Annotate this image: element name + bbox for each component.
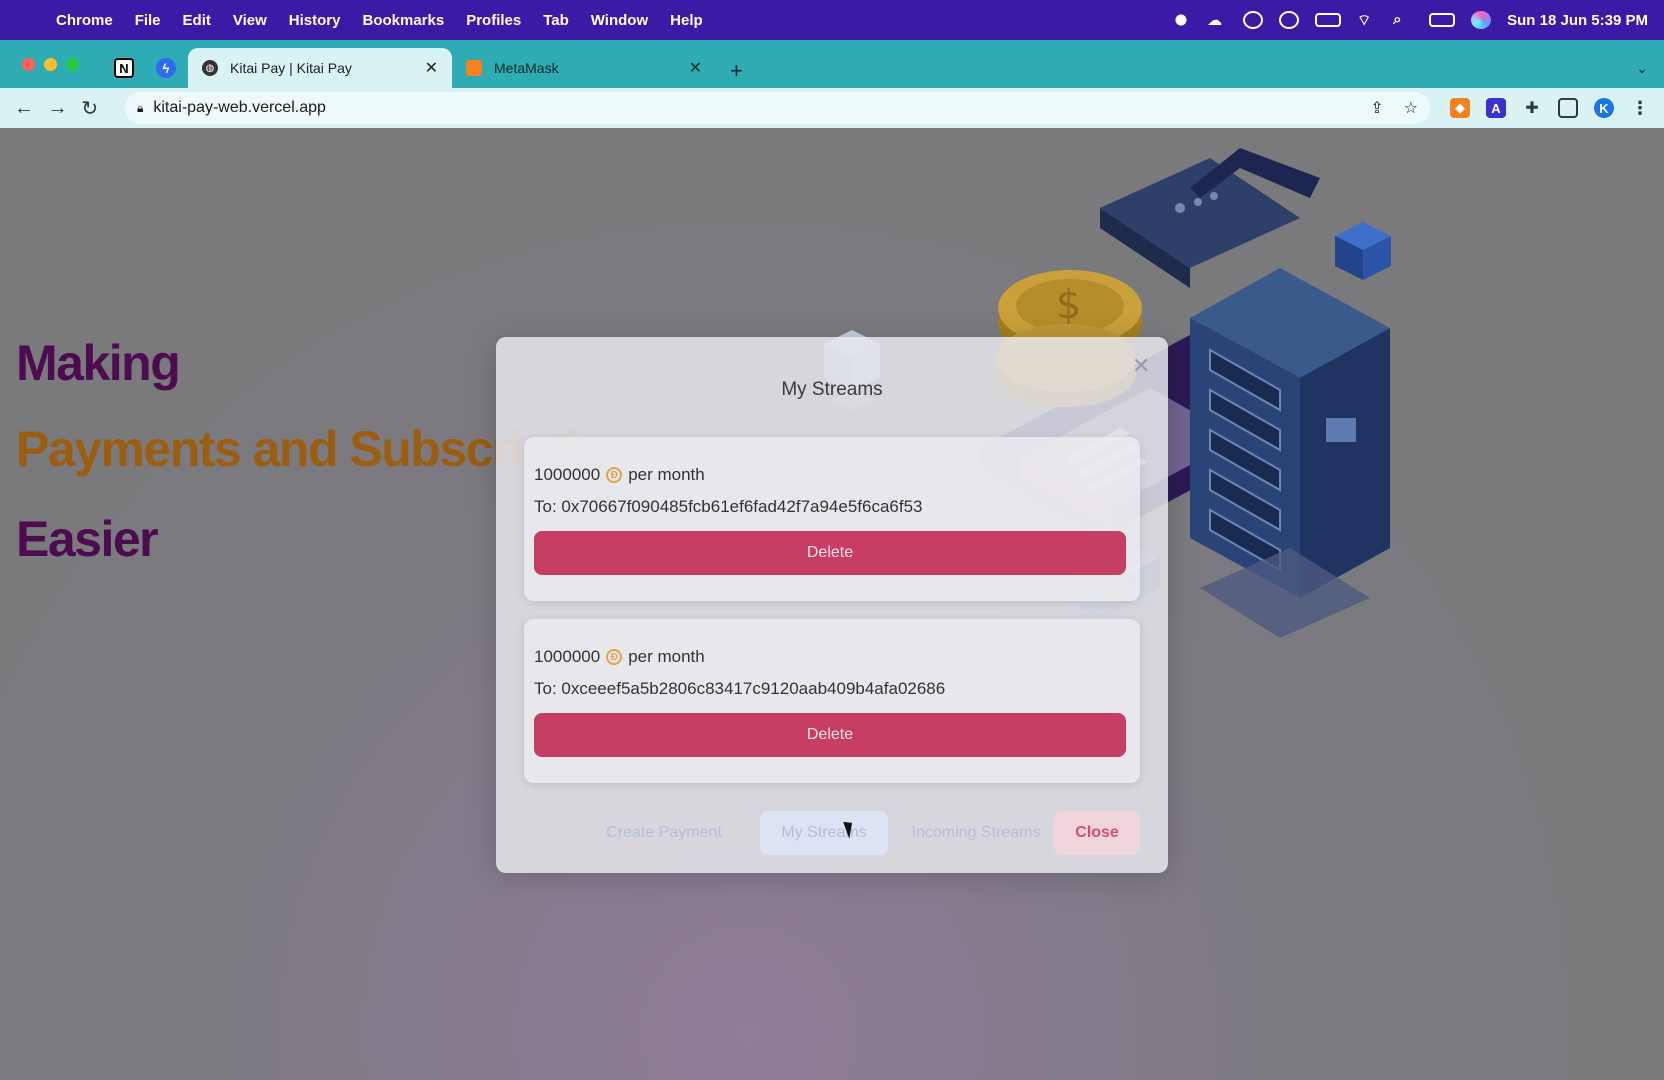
menu-view[interactable]: View bbox=[233, 12, 267, 29]
my-streams-modal: ✕ My Streams 1000000 Ð per month To: 0x7… bbox=[496, 337, 1168, 873]
tab-kitai-pay[interactable]: ◍ Kitai Pay | Kitai Pay ✕ bbox=[188, 48, 452, 88]
token-coin-icon: Ð bbox=[606, 467, 623, 483]
tab-title: MetaMask bbox=[494, 60, 559, 76]
side-panel-icon[interactable] bbox=[1557, 98, 1578, 118]
svg-text:$: $ bbox=[1056, 282, 1081, 328]
token-coin-icon: Ð bbox=[606, 649, 623, 665]
pinned-tab-notion-icon[interactable]: N bbox=[114, 58, 134, 78]
password-manager-extension-icon[interactable]: A bbox=[1485, 98, 1506, 118]
share-icon[interactable]: ⇪ bbox=[1370, 98, 1383, 118]
close-modal-button[interactable]: Close bbox=[1054, 811, 1140, 855]
macos-menu-bar: Chrome File Edit View History Bookmarks … bbox=[0, 0, 1664, 40]
menu-window[interactable]: Window bbox=[591, 12, 648, 29]
stream-card: 1000000 Ð per month To: 0xceeef5a5b2806c… bbox=[524, 619, 1140, 783]
create-payment-button[interactable]: Create Payment bbox=[584, 811, 744, 855]
metamask-fox-icon bbox=[466, 60, 482, 76]
stream-period: per month bbox=[628, 465, 705, 484]
modal-footer: Create Payment My Streams Incoming Strea… bbox=[496, 811, 1168, 855]
tab-metamask[interactable]: MetaMask ✕ bbox=[452, 48, 716, 88]
window-controls bbox=[22, 58, 79, 71]
globe-icon: ◍ bbox=[202, 60, 218, 76]
pinned-tab-bolt-icon[interactable]: ϟ bbox=[156, 58, 176, 78]
stream-rate: 1000000 Ð per month bbox=[534, 465, 705, 485]
bookmark-star-icon[interactable]: ☆ bbox=[1404, 98, 1418, 118]
browser-toolbar: ← → ↻ 🔒︎ kitai-pay-web.vercel.app ⇪ ☆ ◆ … bbox=[0, 88, 1664, 128]
stream-amount: 1000000 bbox=[534, 465, 601, 484]
incoming-streams-button[interactable]: Incoming Streams bbox=[896, 811, 1056, 855]
browser-tab-strip: N ϟ ◍ Kitai Pay | Kitai Pay ✕ MetaMask ✕… bbox=[0, 40, 1664, 88]
back-arrow-icon[interactable]: ← bbox=[14, 97, 48, 120]
profile-avatar-icon[interactable]: K bbox=[1593, 98, 1614, 118]
siri-icon[interactable] bbox=[1471, 11, 1492, 29]
menu-profiles[interactable]: Profiles bbox=[466, 12, 521, 29]
stream-period: per month bbox=[628, 647, 705, 666]
close-tab-icon[interactable]: ✕ bbox=[425, 58, 438, 78]
hero-line-easier: Easier bbox=[16, 511, 159, 567]
menu-edit[interactable]: Edit bbox=[183, 12, 211, 29]
menu-tab[interactable]: Tab bbox=[543, 12, 569, 29]
tab-title: Kitai Pay | Kitai Pay bbox=[230, 60, 352, 76]
delete-stream-button[interactable]: Delete bbox=[534, 531, 1126, 575]
my-streams-button[interactable]: My Streams bbox=[760, 811, 888, 855]
record-icon[interactable] bbox=[1171, 11, 1192, 29]
stream-amount: 1000000 bbox=[534, 647, 601, 666]
stream-recipient: To: 0x70667f090485fcb61ef6fad42f7a94e5f6… bbox=[534, 497, 923, 516]
menu-bookmarks[interactable]: Bookmarks bbox=[362, 12, 444, 29]
close-tab-icon[interactable]: ✕ bbox=[689, 58, 702, 78]
status-tray: ☁ ⌔ ⌕ Sun 18 Jun 5:39 PM bbox=[1171, 11, 1648, 29]
close-window-icon[interactable] bbox=[22, 58, 35, 71]
extensions-area: ◆ A ✚ K ⋮ bbox=[1449, 98, 1650, 118]
address-bar[interactable]: 🔒︎ kitai-pay-web.vercel.app ⇪ ☆ bbox=[124, 92, 1430, 124]
menu-history[interactable]: History bbox=[289, 12, 341, 29]
chrome-menu-kebab-icon[interactable]: ⋮ bbox=[1630, 98, 1650, 118]
menubar-clock[interactable]: Sun 18 Jun 5:39 PM bbox=[1507, 12, 1648, 29]
extensions-puzzle-icon[interactable]: ✚ bbox=[1522, 98, 1542, 118]
lock-icon[interactable]: 🔒︎ bbox=[137, 101, 143, 116]
battery-icon[interactable] bbox=[1315, 13, 1342, 27]
menu-file[interactable]: File bbox=[135, 12, 161, 29]
weather-icon[interactable]: ☁ bbox=[1207, 11, 1227, 29]
modal-close-x-icon[interactable]: ✕ bbox=[1132, 353, 1150, 379]
play-icon[interactable] bbox=[1243, 11, 1264, 29]
tab-search-chevron-icon[interactable]: ⌄ bbox=[1636, 60, 1648, 77]
metamask-extension-icon[interactable]: ◆ bbox=[1449, 98, 1470, 118]
minimize-window-icon[interactable] bbox=[44, 58, 57, 71]
menu-app-name[interactable]: Chrome bbox=[56, 12, 113, 29]
reload-icon[interactable]: ↻ bbox=[81, 96, 115, 121]
new-tab-plus-icon[interactable]: + bbox=[730, 58, 743, 84]
hero-line-making: Making bbox=[16, 335, 181, 391]
stream-rate: 1000000 Ð per month bbox=[534, 647, 705, 667]
wifi-icon[interactable]: ⌔ bbox=[1357, 11, 1377, 29]
user-icon[interactable] bbox=[1279, 11, 1300, 29]
fullscreen-window-icon[interactable] bbox=[66, 58, 79, 71]
modal-title: My Streams bbox=[781, 379, 883, 400]
forward-arrow-icon[interactable]: → bbox=[48, 97, 82, 120]
url-text[interactable]: kitai-pay-web.vercel.app bbox=[153, 99, 326, 117]
stream-card: 1000000 Ð per month To: 0x70667f090485fc… bbox=[524, 437, 1140, 601]
control-center-icon[interactable] bbox=[1429, 13, 1456, 27]
delete-stream-button[interactable]: Delete bbox=[534, 713, 1126, 757]
spotlight-search-icon[interactable]: ⌕ bbox=[1393, 11, 1413, 29]
menu-help[interactable]: Help bbox=[670, 12, 703, 29]
stream-recipient: To: 0xceeef5a5b2806c83417c9120aab409b4af… bbox=[534, 679, 946, 698]
